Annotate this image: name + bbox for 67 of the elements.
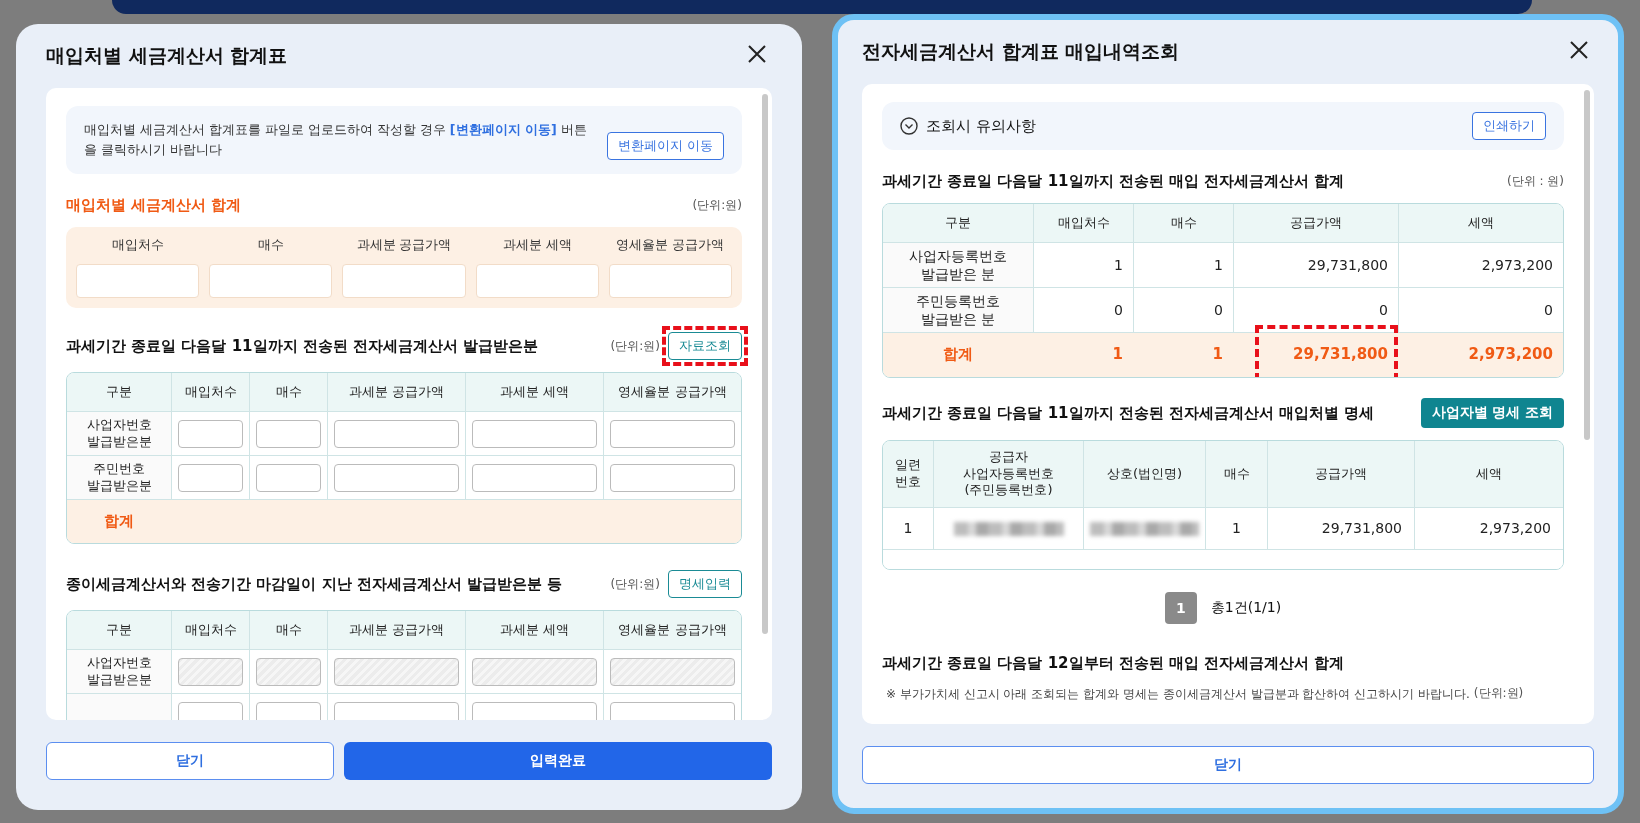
- page-summary: 총1건(1/1): [1210, 599, 1282, 617]
- input-field[interactable]: [209, 264, 333, 298]
- section-title: 과세기간 종료일 다음달 11일까지 전송된 전자세금계산서 매입처별 명세: [882, 403, 1375, 423]
- column-header: 구분: [944, 213, 972, 232]
- detail-lookup-button[interactable]: 사업자별 명세 조회: [1420, 398, 1564, 428]
- column-header: 구분: [105, 620, 133, 639]
- close-icon: [1568, 39, 1590, 61]
- total-label: 합계: [103, 510, 135, 532]
- table-cell-text: 1: [902, 519, 914, 539]
- input-field[interactable]: [472, 419, 597, 448]
- field-label: 매입처수: [111, 237, 164, 254]
- section-title: 종이세금계산서와 전송기간 마감일이 지난 전자세금계산서 발급받은분 등: [66, 574, 563, 594]
- unit-label: (단위:원): [1473, 685, 1524, 702]
- section-title: 과세기간 종료일 다음달 12일부터 전송된 매입 전자세금계산서 합계: [882, 654, 1346, 673]
- unit-label: (단위:원): [692, 197, 742, 214]
- scrollbar[interactable]: [1584, 90, 1590, 440]
- section-title: 매입처별 세금계산서 합계: [66, 196, 242, 215]
- close-button[interactable]: 닫기: [46, 742, 334, 780]
- input-field[interactable]: [608, 264, 732, 298]
- total-cell-text: 2,973,200: [1467, 344, 1554, 366]
- chevron-down-icon[interactable]: [900, 117, 918, 135]
- input-field[interactable]: [334, 463, 459, 492]
- convert-page-button[interactable]: 변환페이지 이동: [606, 132, 724, 160]
- input-field[interactable]: [472, 463, 597, 492]
- total-label: 합계: [942, 344, 974, 366]
- action-button[interactable]: 명세입력: [668, 570, 742, 598]
- row-label: 주민번호 발급받은분: [67, 456, 171, 499]
- field-label: 과세분 세액: [502, 237, 572, 254]
- dialog-title: 매입처별 세금계산서 합계표: [46, 43, 288, 68]
- row-label: 사업자번호 발급받은분: [67, 650, 171, 693]
- section-title: 과세기간 종료일 다음달 11일까지 전송된 전자세금계산서 발급받은분: [66, 336, 539, 356]
- input-field[interactable]: [334, 419, 459, 448]
- print-button[interactable]: 인쇄하기: [1472, 112, 1546, 140]
- field-label: 매수: [257, 237, 284, 254]
- notice-toggle[interactable]: 조회시 유의사항: [926, 116, 1036, 136]
- input-field[interactable]: [475, 264, 599, 298]
- row-label: 사업자번호 발급받은분: [67, 412, 171, 455]
- close-button[interactable]: 닫기: [862, 746, 1594, 784]
- input-field[interactable]: [610, 463, 735, 492]
- field-label: 영세율분 공급가액: [616, 237, 725, 254]
- scrollbar[interactable]: [762, 94, 768, 634]
- total-cell: 29,731,800: [1233, 333, 1398, 377]
- input-field[interactable]: [76, 264, 200, 298]
- unit-label: (단위 : 원): [1506, 173, 1564, 190]
- column-header: 일련 번호: [894, 456, 922, 491]
- row-label: 사업자등록번호 발급받은 분: [883, 243, 1033, 287]
- input-field[interactable]: [178, 419, 243, 448]
- page-button[interactable]: 1: [1164, 592, 1197, 624]
- input-field[interactable]: [256, 463, 321, 492]
- input-field[interactable]: [256, 419, 321, 448]
- action-button[interactable]: 자료조회: [668, 332, 742, 360]
- field-label: 과세분 공급가액: [356, 237, 452, 254]
- note-text: ※ 부가가치세 신고시 아래 조회되는 합계와 명세는 종이세금계산서 발급분과 합산하여 신고하시기 바랍니다.: [886, 685, 1470, 702]
- submit-button[interactable]: 입력완료: [343, 742, 772, 780]
- dialog-title: 전자세금계산서 합계표 매입내역조회: [862, 39, 1180, 64]
- column-header: 구분: [105, 382, 133, 401]
- unit-label: (단위:원): [610, 575, 660, 593]
- notice-text: 매입처별 세금계산서 합계표를 파일로 업로드하여 작성할 경우 [변환페이지 이동] 버튼을 클릭하시기 바랍니다: [84, 121, 587, 159]
- total-cell-text: 1: [1211, 344, 1224, 366]
- total-cell-text: 1: [1111, 344, 1124, 366]
- input-field[interactable]: [342, 264, 466, 298]
- input-field[interactable]: [610, 419, 735, 448]
- unit-label: (단위:원): [610, 337, 660, 355]
- input-field[interactable]: [178, 463, 243, 492]
- row-label: 주민등록번호 발급받은 분: [883, 288, 1033, 332]
- close-icon: [746, 43, 768, 65]
- section-title: 과세기간 종료일 다음달 11일까지 전송된 매입 전자세금계산서 합계: [882, 172, 1345, 191]
